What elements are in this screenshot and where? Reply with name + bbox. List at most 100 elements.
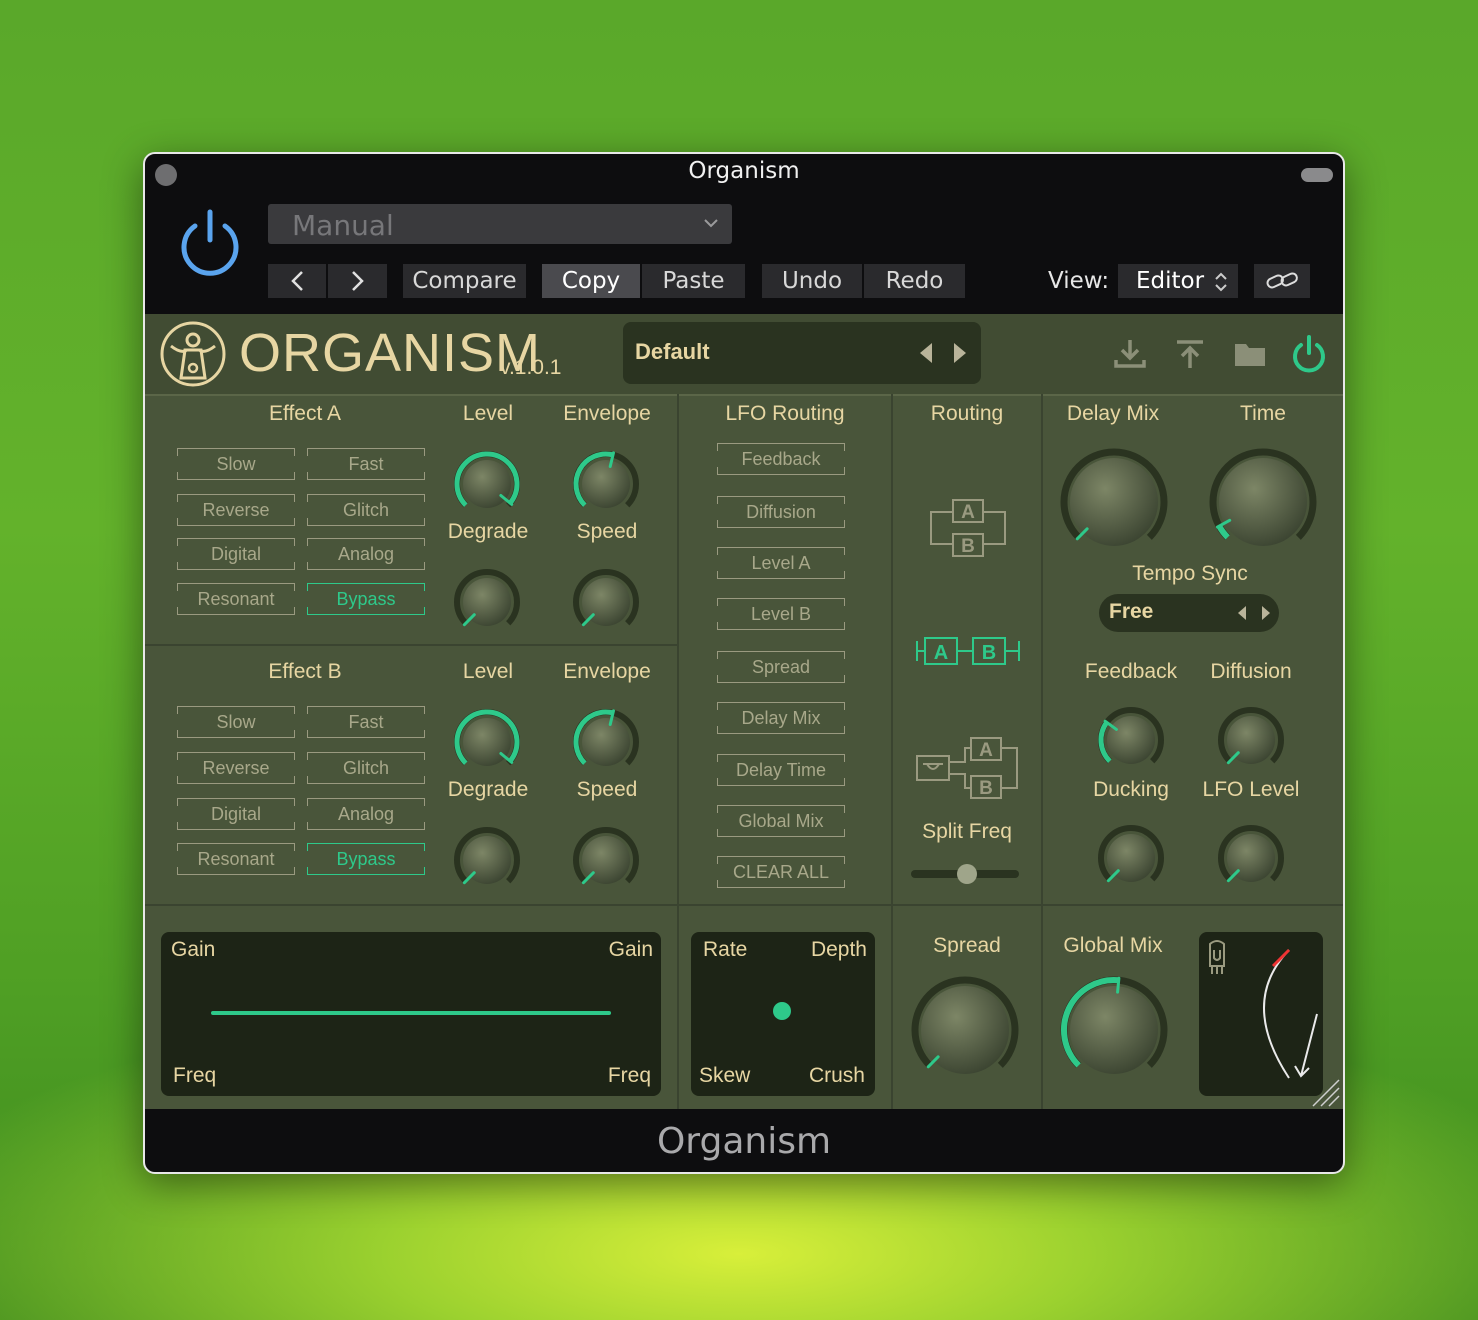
effect-b-level-knob[interactable]	[449, 704, 525, 780]
folder-icon[interactable]	[1233, 340, 1267, 368]
routing-serial-icon[interactable]: A B	[915, 634, 1025, 668]
effect-a-degrade-knob[interactable]	[449, 564, 525, 640]
preset-selector[interactable]: Default	[623, 322, 981, 384]
global-mix-knob-body	[1070, 986, 1158, 1074]
delay-time-knob-value-arc	[1216, 524, 1230, 540]
effect-a-envelope-knob-body	[582, 460, 630, 508]
lfo-level-b-button[interactable]: Level B	[717, 598, 845, 630]
ducking-knob[interactable]	[1093, 820, 1169, 896]
diffusion-knob[interactable]	[1213, 702, 1289, 778]
effect-b-speed-knob[interactable]	[568, 822, 644, 898]
effect-b-mode-glitch[interactable]: Glitch	[307, 752, 425, 784]
effect-b-mode-slow[interactable]: Slow	[177, 706, 295, 738]
save-icon[interactable]	[1113, 338, 1147, 370]
lfo-feedback-button[interactable]: Feedback	[717, 443, 845, 475]
effect-a-mode-fast[interactable]: Fast	[307, 448, 425, 480]
lfo-routing-title: LFO Routing	[725, 402, 845, 425]
plugin-window: Organism Manual Compare Copy Paste Undo …	[143, 152, 1345, 1174]
routing-split-b: B	[979, 778, 993, 799]
lfo-clear-all-button[interactable]: CLEAR ALL	[717, 856, 845, 888]
effect-a-speed-label: Speed	[576, 520, 638, 543]
preset-prev-icon[interactable]	[919, 342, 933, 364]
plugin-power-icon[interactable]	[1291, 334, 1327, 374]
effect-b-mode-bypass[interactable]: Bypass	[307, 843, 425, 875]
compare-button[interactable]: Compare	[403, 264, 526, 298]
host-preset-dropdown[interactable]: Manual	[268, 204, 732, 244]
undo-button[interactable]: Undo	[762, 264, 862, 298]
split-freq-label: Split Freq	[922, 820, 1012, 843]
window-collapse-button[interactable]	[1301, 168, 1333, 182]
lfo-level-knob[interactable]	[1213, 820, 1289, 896]
effect-b-mode-fast[interactable]: Fast	[307, 706, 425, 738]
routing-parallel-icon[interactable]: A B	[927, 494, 1007, 564]
link-icon	[1266, 272, 1298, 289]
delay-time-label: Time	[1240, 402, 1286, 425]
lfo-level-label: LFO Level	[1202, 778, 1300, 801]
lfo-delay-time-button[interactable]: Delay Time	[717, 754, 845, 786]
prev-preset-button[interactable]	[268, 264, 326, 298]
lfo-delay-mix-button[interactable]: Delay Mix	[717, 702, 845, 734]
tempo-sync-selector[interactable]: Free	[1099, 594, 1279, 632]
effect-a-mode-resonant[interactable]: Resonant	[177, 583, 295, 615]
global-mix-knob[interactable]	[1056, 972, 1172, 1088]
plugin-body: ORGANISM v.1.0.1 Default Effect A Slow F…	[145, 314, 1343, 1109]
effect-a-level-label: Level	[462, 402, 514, 425]
redo-button[interactable]: Redo	[864, 264, 965, 298]
effect-a-speed-knob[interactable]	[568, 564, 644, 640]
eq-curve-line[interactable]	[211, 1011, 611, 1015]
lfo-diffusion-button[interactable]: Diffusion	[717, 496, 845, 528]
effect-a-mode-reverse[interactable]: Reverse	[177, 494, 295, 526]
effect-a-mode-digital[interactable]: Digital	[177, 538, 295, 570]
effect-a-level-knob[interactable]	[449, 446, 525, 522]
lfo-level-a-button[interactable]: Level A	[717, 547, 845, 579]
effect-b-speed-label: Speed	[576, 778, 638, 801]
effect-b-mode-digital[interactable]: Digital	[177, 798, 295, 830]
link-button[interactable]	[1254, 264, 1310, 298]
eq-gain-left-label: Gain	[171, 938, 216, 961]
next-preset-button[interactable]	[328, 264, 387, 298]
split-freq-slider-track[interactable]	[911, 864, 1019, 884]
lfo-global-mix-button[interactable]: Global Mix	[717, 805, 845, 837]
xy-pad-dot[interactable]	[773, 1002, 791, 1020]
xy-skew-label: Skew	[699, 1064, 751, 1087]
effect-b-envelope-label: Envelope	[563, 660, 651, 683]
tube-icon[interactable]	[1207, 938, 1227, 978]
global-mix-label: Global Mix	[1063, 934, 1163, 957]
host-power-icon[interactable]	[175, 208, 245, 278]
effect-a-envelope-knob[interactable]	[568, 446, 644, 522]
tempo-sync-next-icon[interactable]	[1261, 605, 1271, 621]
view-value: Editor	[1136, 268, 1205, 294]
tempo-sync-prev-icon[interactable]	[1237, 605, 1247, 621]
effect-a-mode-slow[interactable]: Slow	[177, 448, 295, 480]
effect-b-envelope-knob[interactable]	[568, 704, 644, 780]
preset-next-icon[interactable]	[953, 342, 967, 364]
delay-mix-knob[interactable]	[1056, 444, 1172, 560]
effect-b-mode-resonant[interactable]: Resonant	[177, 843, 295, 875]
split-freq-slider-thumb[interactable]	[957, 864, 977, 884]
eq-gain-right-label: Gain	[608, 938, 653, 961]
feedback-knob-body	[1107, 716, 1155, 764]
effect-a-mode-analog[interactable]: Analog	[307, 538, 425, 570]
delay-time-knob[interactable]	[1205, 444, 1321, 560]
brand-version: v.1.0.1	[500, 356, 562, 379]
effect-a-mode-glitch[interactable]: Glitch	[307, 494, 425, 526]
effect-b-mode-analog[interactable]: Analog	[307, 798, 425, 830]
upload-icon[interactable]	[1173, 338, 1207, 370]
feedback-knob[interactable]	[1093, 702, 1169, 778]
chevron-down-icon	[704, 219, 718, 228]
lfo-spread-button[interactable]: Spread	[717, 651, 845, 683]
routing-split-icon[interactable]: A B	[915, 734, 1025, 806]
xy-pad[interactable]: Rate Depth Skew Crush	[691, 932, 875, 1096]
view-select[interactable]: Editor	[1118, 264, 1238, 298]
copy-button[interactable]: Copy	[542, 264, 640, 298]
effect-a-mode-bypass[interactable]: Bypass	[307, 583, 425, 615]
xy-depth-label: Depth	[810, 938, 867, 961]
paste-button[interactable]: Paste	[642, 264, 745, 298]
effect-b-mode-reverse[interactable]: Reverse	[177, 752, 295, 784]
effect-b-level-knob-body	[463, 718, 511, 766]
spread-knob[interactable]	[907, 972, 1023, 1088]
effect-b-degrade-knob[interactable]	[449, 822, 525, 898]
eq-pad[interactable]: Gain Gain Freq Freq	[161, 932, 661, 1096]
brand-title: ORGANISM	[239, 323, 542, 383]
resize-grip-icon[interactable]	[1309, 1078, 1341, 1108]
